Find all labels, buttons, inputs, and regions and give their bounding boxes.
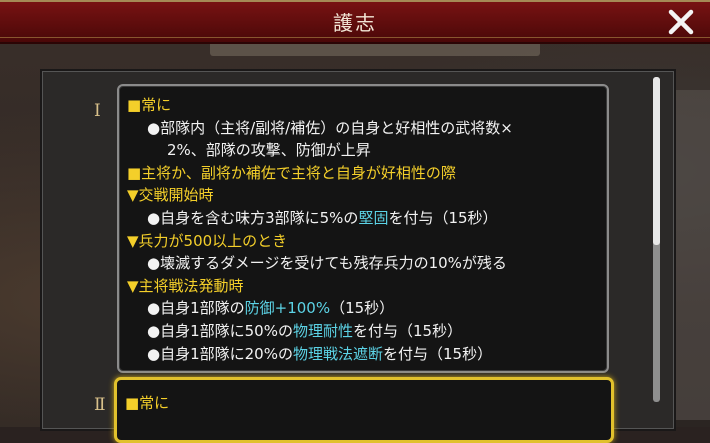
skill-card-1[interactable]: ■常に ●部隊内（主将/副将/補佐）の自身と好相性の武将数× 2%、部隊の攻撃、防御… xyxy=(117,84,609,373)
effect-text: を付与（15秒） xyxy=(353,321,463,340)
skill-level-2-numeral: Ⅱ xyxy=(94,395,106,415)
effect-text: ●自身1部隊の xyxy=(147,299,245,318)
condition-heading: ▼主将戦法発動時 xyxy=(127,276,244,295)
scrollbar-thumb[interactable] xyxy=(653,77,660,245)
close-button[interactable] xyxy=(666,7,696,37)
skill-level-1-numeral: Ⅰ xyxy=(94,101,101,121)
condition-heading: ■主将か、副将か補佐で主将と自身が好相性の際 xyxy=(127,163,456,182)
condition-heading: ■常に xyxy=(125,394,170,412)
effect-text: ●部隊内（主将/副将/補佐）の自身と好相性の武将数× xyxy=(147,118,513,137)
effect-line: ●部隊内（主将/副将/補佐）の自身と好相性の武将数× xyxy=(127,117,603,140)
close-x-icon xyxy=(668,9,694,35)
condition-heading: ▼交戦開始時 xyxy=(127,186,214,205)
keyword-highlight: 防御+100% xyxy=(244,299,331,318)
dialog-title: 護志 xyxy=(333,11,377,35)
effect-line: ●自身1部隊に50%の物理耐性を付与（15秒） xyxy=(127,320,603,343)
effect-text: を付与（15秒） xyxy=(388,208,498,227)
keyword-highlight: 堅固 xyxy=(358,208,389,227)
title-bar: 護志 xyxy=(0,0,710,44)
effect-text: （15秒） xyxy=(330,299,395,318)
skill-1-description: ■常に ●部隊内（主将/副将/補佐）の自身と好相性の武将数× 2%、部隊の攻撃、防御… xyxy=(127,94,603,365)
effect-line: 2%、部隊の攻撃、防御が上昇 xyxy=(127,139,603,162)
keyword-highlight: 物理耐性 xyxy=(292,321,353,340)
condition-heading: ▼兵力が500以上のとき xyxy=(127,231,288,250)
effect-line: ●自身を含む味方3部隊に5%の堅固を付与（15秒） xyxy=(127,207,603,230)
condition-heading: ■常に xyxy=(127,96,172,114)
effect-text: 2%、部隊の攻撃、防御が上昇 xyxy=(167,141,371,160)
scrollbar-track[interactable] xyxy=(653,77,660,402)
effect-text: を付与（15秒） xyxy=(383,344,493,363)
effect-line: ●自身1部隊の防御+100%（15秒） xyxy=(127,297,603,320)
effect-line: ●壊滅するダメージを受けても残存兵力の10%が残る xyxy=(127,252,603,275)
effect-text: ●自身1部隊に50%の xyxy=(147,321,293,340)
effect-line: ●自身1部隊に20%の物理戦法遮断を付与（15秒） xyxy=(127,343,603,366)
skill-card-2-selected[interactable]: ■常に xyxy=(114,377,614,443)
effect-text: ●自身1部隊に20%の xyxy=(147,344,293,363)
effect-text: ●壊滅するダメージを受けても残存兵力の10%が残る xyxy=(147,254,507,273)
effect-text: ●自身を含む味方3部隊に5%の xyxy=(147,208,359,227)
keyword-highlight: 物理戦法遮断 xyxy=(292,344,383,363)
skill-2-description: ■常に xyxy=(125,392,607,415)
